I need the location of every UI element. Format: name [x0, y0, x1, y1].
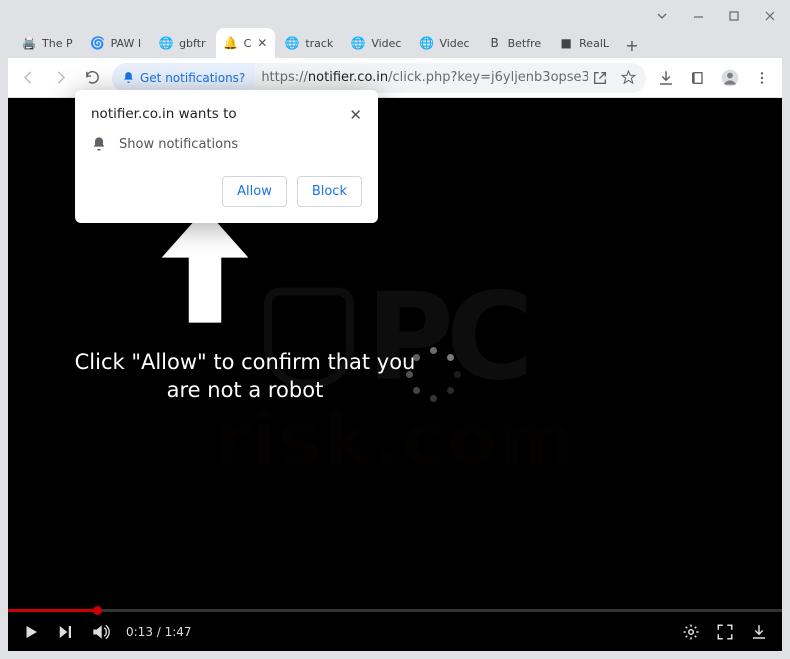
download-video-icon[interactable]	[750, 623, 768, 641]
profile-avatar-icon[interactable]	[718, 66, 742, 90]
bell-icon	[91, 136, 107, 152]
tab-label: RealL	[579, 37, 609, 50]
video-player-bar: 0:13 / 1:47	[8, 609, 782, 651]
progress-track[interactable]	[8, 609, 782, 612]
bookmark-star-icon[interactable]	[616, 66, 640, 90]
settings-gear-icon[interactable]	[682, 623, 700, 641]
back-button[interactable]	[16, 66, 40, 90]
tab-label: The P	[42, 37, 73, 50]
tab-label: Videc	[439, 37, 469, 50]
tab-5[interactable]: 🌐 Videc	[343, 28, 409, 58]
window-maximize-icon[interactable]	[728, 10, 740, 22]
omnibox[interactable]: Get notifications? https://notifier.co.i…	[112, 63, 646, 93]
menu-kebab-icon[interactable]	[750, 66, 774, 90]
tab-2[interactable]: 🌐 gbftr	[151, 28, 213, 58]
reading-list-icon[interactable]	[686, 66, 710, 90]
tab-favicon: B	[488, 36, 502, 50]
permission-label: Show notifications	[119, 137, 238, 152]
loading-spinner-icon	[404, 345, 464, 405]
tab-label: Betfre	[508, 37, 542, 50]
tab-favicon: 🔔	[224, 36, 238, 50]
reload-button[interactable]	[80, 66, 104, 90]
tab-label: track	[305, 37, 333, 50]
time-display: 0:13 / 1:47	[126, 625, 192, 639]
tab-4[interactable]: 🌐 track	[277, 28, 341, 58]
tab-label: C	[244, 37, 252, 50]
permission-popup: notifier.co.in wants to ✕ Show notificat…	[75, 90, 378, 223]
tab-6[interactable]: 🌐 Videc	[411, 28, 477, 58]
tab-label: PAW I	[111, 37, 141, 50]
tab-label: gbftr	[179, 37, 205, 50]
allow-button[interactable]: Allow	[222, 176, 287, 207]
new-tab-button[interactable]: +	[619, 32, 645, 58]
window-close-icon[interactable]	[764, 10, 776, 22]
tab-close-icon[interactable]: ✕	[257, 36, 267, 50]
notification-pill[interactable]: Get notifications?	[112, 63, 255, 93]
window-dropdown-icon[interactable]	[656, 10, 668, 22]
tab-3[interactable]: 🔔 C ✕	[216, 28, 276, 58]
share-icon[interactable]	[588, 66, 612, 90]
tab-strip: 🖨️ The P 🌀 PAW I 🌐 gbftr 🔔 C ✕ 🌐 track 🌐 Videc 🌐 Videc…	[8, 24, 782, 58]
notification-pill-label: Get notifications?	[140, 71, 245, 85]
forward-button[interactable]	[48, 66, 72, 90]
tab-favicon: 🌐	[285, 36, 299, 50]
tab-0[interactable]: 🖨️ The P	[14, 28, 81, 58]
tab-label: Videc	[371, 37, 401, 50]
tab-7[interactable]: B Betfre	[480, 28, 550, 58]
block-button[interactable]: Block	[297, 176, 362, 207]
url-text: https://notifier.co.in/click.php?key=j6y…	[255, 70, 588, 85]
tab-favicon: 🌐	[419, 36, 433, 50]
next-button[interactable]	[56, 623, 74, 641]
popup-title: notifier.co.in wants to	[91, 106, 237, 122]
instruction-text: Click "Allow" to confirm that youare not…	[75, 348, 416, 405]
tab-favicon: 🌀	[91, 36, 105, 50]
bell-icon	[122, 71, 135, 84]
popup-close-icon[interactable]: ✕	[349, 106, 362, 124]
tab-favicon: 🖨️	[22, 36, 36, 50]
tab-favicon: 🌐	[159, 36, 173, 50]
window-minimize-icon[interactable]	[692, 10, 704, 22]
tab-1[interactable]: 🌀 PAW I	[83, 28, 149, 58]
fullscreen-icon[interactable]	[716, 623, 734, 641]
play-button[interactable]	[22, 623, 40, 641]
window-titlebar	[8, 8, 782, 24]
tab-favicon: ■	[559, 36, 573, 50]
volume-button[interactable]	[90, 622, 110, 642]
tab-8[interactable]: ■ RealL	[551, 28, 617, 58]
downloads-icon[interactable]	[654, 66, 678, 90]
tab-favicon: 🌐	[351, 36, 365, 50]
